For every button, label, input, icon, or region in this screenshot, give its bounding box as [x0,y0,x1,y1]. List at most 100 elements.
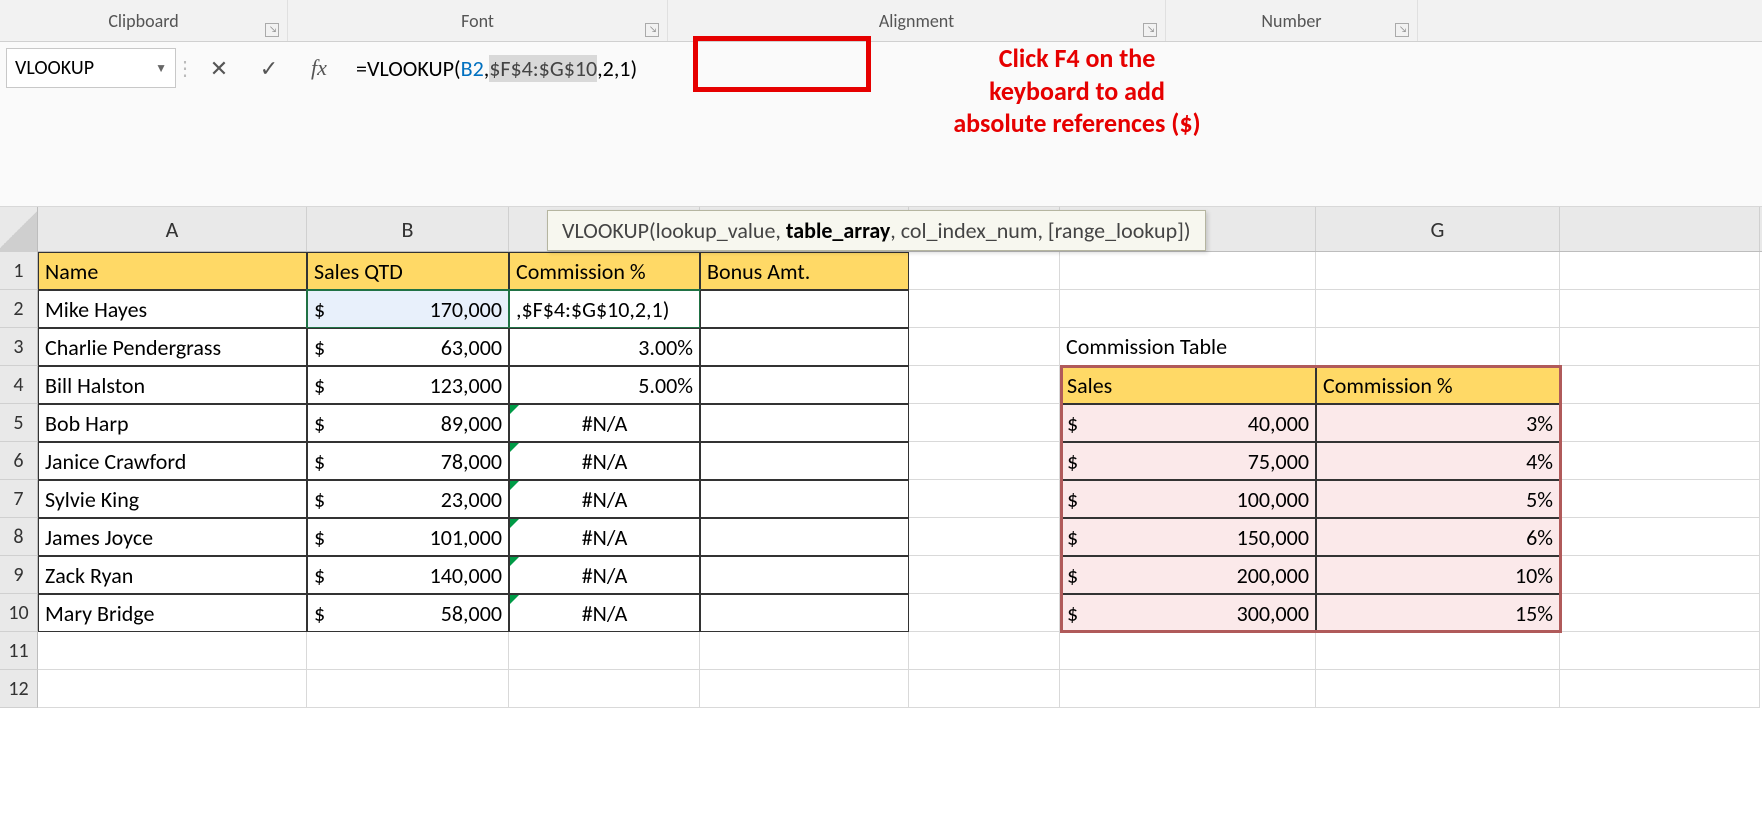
cell-c6[interactable]: #N/A [509,442,700,480]
cell-c4[interactable]: 5.00% [509,366,700,404]
cell-c9[interactable]: #N/A [509,556,700,594]
cell-d5[interactable] [700,404,909,442]
cell-h7[interactable] [1560,480,1760,518]
cell-g5[interactable]: 3% [1316,404,1560,442]
cell-c2[interactable]: ,$F$4:$G$10,2,1) [509,290,700,328]
cell-d3[interactable] [700,328,909,366]
cell-h2[interactable] [1560,290,1760,328]
cell-c7[interactable]: #N/A [509,480,700,518]
insert-function-button[interactable]: fx [294,48,344,88]
cell-d11[interactable] [700,632,909,670]
row-header[interactable]: 10 [0,594,38,632]
cell-d12[interactable] [700,670,909,708]
cell-b12[interactable] [307,670,509,708]
cell-f5[interactable]: $40,000 [1060,404,1316,442]
cell-e7[interactable] [909,480,1060,518]
row-header[interactable]: 9 [0,556,38,594]
cell-f4[interactable]: Sales [1060,366,1316,404]
cell-f3[interactable]: Commission Table [1060,328,1316,366]
row-header[interactable]: 8 [0,518,38,556]
name-box[interactable]: VLOOKUP ▼ [6,48,176,88]
cell-b7[interactable]: $23,000 [307,480,509,518]
cell-a9[interactable]: Zack Ryan [38,556,307,594]
cell-f1[interactable] [1060,252,1316,290]
cell-b5[interactable]: $89,000 [307,404,509,442]
cell-b11[interactable] [307,632,509,670]
cell-g12[interactable] [1316,670,1560,708]
row-header[interactable]: 12 [0,670,38,708]
cell-h4[interactable] [1560,366,1760,404]
cell-f12[interactable] [1060,670,1316,708]
cell-e1[interactable] [909,252,1060,290]
cell-f11[interactable] [1060,632,1316,670]
cell-e4[interactable] [909,366,1060,404]
cell-g10[interactable]: 15% [1316,594,1560,632]
cell-h8[interactable] [1560,518,1760,556]
cell-e6[interactable] [909,442,1060,480]
cell-h9[interactable] [1560,556,1760,594]
cell-c8[interactable]: #N/A [509,518,700,556]
cell-f6[interactable]: $75,000 [1060,442,1316,480]
cell-g11[interactable] [1316,632,1560,670]
cell-g1[interactable] [1316,252,1560,290]
cell-b3[interactable]: $63,000 [307,328,509,366]
cell-e8[interactable] [909,518,1060,556]
cancel-formula-button[interactable]: ✕ [194,48,244,88]
cell-f8[interactable]: $150,000 [1060,518,1316,556]
cell-a5[interactable]: Bob Harp [38,404,307,442]
cell-a3[interactable]: Charlie Pendergrass [38,328,307,366]
cell-d7[interactable] [700,480,909,518]
cell-d2[interactable] [700,290,909,328]
cell-h10[interactable] [1560,594,1760,632]
cell-a4[interactable]: Bill Halston [38,366,307,404]
cell-e11[interactable] [909,632,1060,670]
accept-formula-button[interactable]: ✓ [244,48,294,88]
cell-g3[interactable] [1316,328,1560,366]
cell-a12[interactable] [38,670,307,708]
cell-f2[interactable] [1060,290,1316,328]
cell-a10[interactable]: Mary Bridge [38,594,307,632]
cell-e10[interactable] [909,594,1060,632]
cell-h6[interactable] [1560,442,1760,480]
cell-h5[interactable] [1560,404,1760,442]
cell-e12[interactable] [909,670,1060,708]
select-all-corner[interactable] [0,207,38,252]
cell-e3[interactable] [909,328,1060,366]
cell-h3[interactable] [1560,328,1760,366]
cell-b1[interactable]: Sales QTD [307,252,509,290]
cell-d4[interactable] [700,366,909,404]
row-header[interactable]: 7 [0,480,38,518]
cell-g7[interactable]: 5% [1316,480,1560,518]
cell-d1[interactable]: Bonus Amt. [700,252,909,290]
cell-f7[interactable]: $100,000 [1060,480,1316,518]
cell-e5[interactable] [909,404,1060,442]
cell-b9[interactable]: $140,000 [307,556,509,594]
cell-b6[interactable]: $78,000 [307,442,509,480]
col-header-b[interactable]: B [307,207,509,251]
cell-d9[interactable] [700,556,909,594]
row-header[interactable]: 5 [0,404,38,442]
cell-b2[interactable]: $170,000 [307,290,509,328]
cell-e2[interactable] [909,290,1060,328]
cell-g9[interactable]: 10% [1316,556,1560,594]
cell-e9[interactable] [909,556,1060,594]
cell-a1[interactable]: Name [38,252,307,290]
row-header[interactable]: 2 [0,290,38,328]
row-header[interactable]: 1 [0,252,38,290]
col-header-g[interactable]: G [1316,207,1560,251]
row-header[interactable]: 6 [0,442,38,480]
row-header[interactable]: 11 [0,632,38,670]
cell-b10[interactable]: $58,000 [307,594,509,632]
chevron-down-icon[interactable]: ▼ [155,61,167,76]
col-header-h[interactable] [1560,207,1760,251]
cell-a6[interactable]: Janice Crawford [38,442,307,480]
cell-c10[interactable]: #N/A [509,594,700,632]
cell-a8[interactable]: James Joyce [38,518,307,556]
cell-c5[interactable]: #N/A [509,404,700,442]
dialog-launcher-icon[interactable] [645,23,659,37]
cell-h11[interactable] [1560,632,1760,670]
cell-d10[interactable] [700,594,909,632]
cell-d8[interactable] [700,518,909,556]
cell-a7[interactable]: Sylvie King [38,480,307,518]
cell-g4[interactable]: Commission % [1316,366,1560,404]
